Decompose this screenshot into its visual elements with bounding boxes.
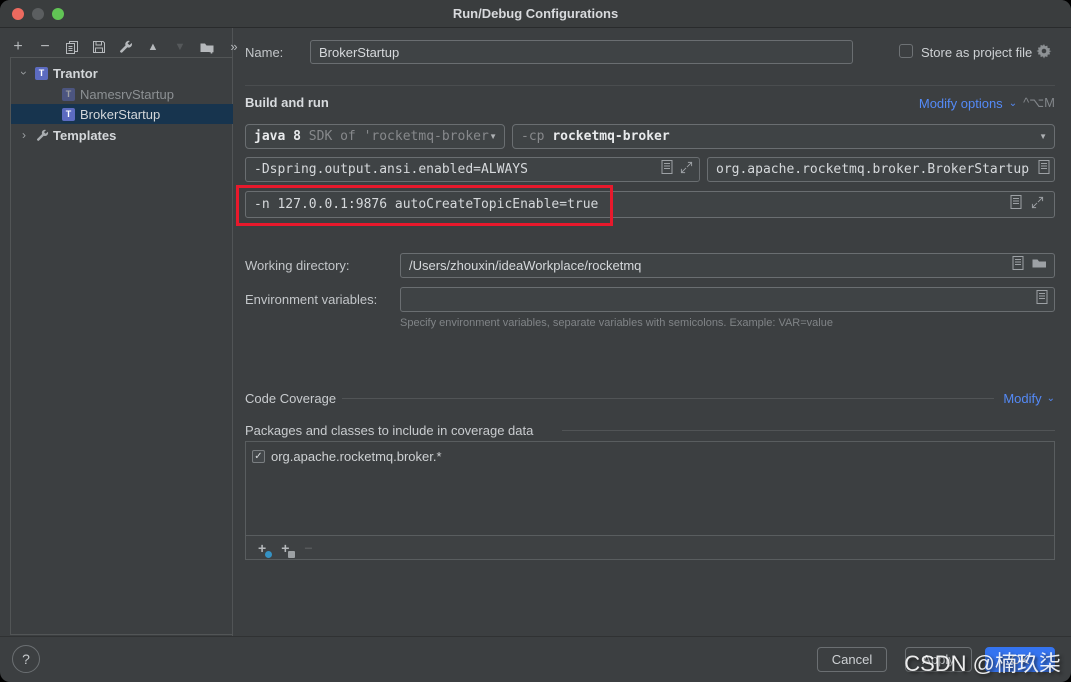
tree-item-label: Templates <box>53 128 116 143</box>
add-configuration-icon[interactable]: + <box>10 39 26 55</box>
add-class-pattern-icon[interactable]: + <box>258 541 266 555</box>
modify-options-link[interactable]: Modify options <box>919 96 1003 111</box>
store-as-project-file-label: Store as project file <box>921 45 1032 60</box>
tree-item-label: BrokerStartup <box>80 107 160 122</box>
jre-version: java 8 <box>254 129 301 144</box>
working-directory-field[interactable] <box>400 253 1055 278</box>
dropdown-arrow-icon: ▼ <box>1039 132 1054 141</box>
open-editor-icon[interactable] <box>661 160 673 179</box>
coverage-modify-link[interactable]: Modify <box>1003 391 1041 406</box>
expand-icon[interactable] <box>680 161 693 179</box>
divider <box>342 398 994 399</box>
add-package-pattern-icon[interactable]: + <box>281 541 289 555</box>
sidebar-toolbar: + − ▲ ▼ » <box>10 36 242 58</box>
chevron-expanded-icon[interactable]: › <box>17 68 31 78</box>
tree-item-trantor[interactable]: › T Trantor <box>11 63 233 83</box>
edit-templates-icon[interactable] <box>118 40 134 54</box>
application-type-icon: T <box>62 108 75 121</box>
dropdown-arrow-icon: ▼ <box>489 132 504 141</box>
chevron-down-icon: ⌄ <box>1009 98 1017 109</box>
cp-module: rocketmq-broker <box>552 129 669 144</box>
templates-wrench-icon <box>36 129 49 142</box>
move-up-icon[interactable]: ▲ <box>145 39 161 55</box>
environment-variables-hint: Specify environment variables, separate … <box>400 317 833 329</box>
main-class-value: org.apache.rocketmq.broker.BrokerStartup <box>708 162 1049 177</box>
jre-selector-combo[interactable]: java 8 SDK of 'rocketmq-broker ▼ <box>245 124 505 149</box>
cp-flag: -cp <box>521 129 552 144</box>
application-type-icon: T <box>62 88 75 101</box>
help-button[interactable]: ? <box>12 645 40 673</box>
chevron-collapsed-icon[interactable]: › <box>19 128 29 142</box>
window-title: Run/Debug Configurations <box>0 6 1071 21</box>
modify-options-shortcut: ^⌥M <box>1023 95 1055 111</box>
title-bar: Run/Debug Configurations <box>0 0 1071 28</box>
coverage-packages-header: Packages and classes to include in cover… <box>245 423 533 438</box>
new-folder-icon[interactable] <box>199 40 215 55</box>
name-field[interactable] <box>310 40 853 64</box>
vm-options-field[interactable]: -Dspring.output.ansi.enabled=ALWAYS <box>245 157 700 182</box>
move-down-icon: ▼ <box>172 39 188 55</box>
csdn-watermark: CSDN @楠玖柒 <box>904 646 1061 678</box>
build-and-run-header: Build and run <box>245 95 329 110</box>
classpath-combo[interactable]: -cp rocketmq-broker ▼ <box>512 124 1055 149</box>
coverage-modify-control[interactable]: Modify ⌄ <box>1003 391 1055 406</box>
coverage-item-label: org.apache.rocketmq.broker.* <box>271 449 442 464</box>
divider <box>0 636 1071 637</box>
open-editor-icon[interactable] <box>1012 256 1024 275</box>
remove-configuration-icon[interactable]: − <box>37 39 53 55</box>
tree-item-templates[interactable]: › Templates <box>11 125 233 145</box>
working-directory-input[interactable] <box>401 258 1054 273</box>
cancel-button[interactable]: Cancel <box>817 647 887 672</box>
store-as-project-file-checkbox[interactable] <box>899 44 913 58</box>
environment-variables-input[interactable] <box>401 292 1054 307</box>
divider <box>562 430 1055 431</box>
open-editor-icon[interactable] <box>1036 290 1048 309</box>
application-type-icon: T <box>35 67 48 80</box>
program-arguments-value: -n 127.0.0.1:9876 autoCreateTopicEnable=… <box>246 197 598 212</box>
configurations-tree: › T Trantor T NamesrvStartup T BrokerSta… <box>10 57 233 635</box>
browse-folder-icon[interactable] <box>1032 257 1047 275</box>
coverage-packages-list: ✓ org.apache.rocketmq.broker.* + + − <box>245 441 1055 560</box>
name-label: Name: <box>245 45 283 60</box>
code-coverage-header: Code Coverage <box>245 391 336 406</box>
coverage-item-row[interactable]: ✓ org.apache.rocketmq.broker.* <box>252 449 442 464</box>
environment-variables-label: Environment variables: <box>245 292 377 307</box>
open-editor-icon[interactable] <box>1010 195 1022 214</box>
coverage-item-checkbox[interactable]: ✓ <box>252 450 265 463</box>
jre-description: SDK of 'rocketmq-broker <box>301 129 489 144</box>
copy-configuration-icon[interactable] <box>64 40 80 54</box>
divider <box>245 85 1055 86</box>
tree-item-namesrvstartup[interactable]: T NamesrvStartup <box>11 84 233 104</box>
store-settings-gear-icon[interactable] <box>1036 43 1052 64</box>
configurations-sidebar: + − ▲ ▼ » › T Trantor <box>0 28 233 636</box>
remove-pattern-icon: − <box>304 541 312 555</box>
tree-item-label: Trantor <box>53 66 98 81</box>
tree-item-brokerstartup-selected[interactable]: T BrokerStartup <box>11 104 233 124</box>
expand-icon[interactable] <box>1031 196 1044 214</box>
open-editor-icon[interactable] <box>1038 160 1050 179</box>
coverage-list-toolbar: + + − <box>246 535 1054 559</box>
more-actions-icon[interactable]: » <box>226 39 242 55</box>
main-class-field[interactable]: org.apache.rocketmq.broker.BrokerStartup <box>707 157 1055 182</box>
program-arguments-field[interactable]: -n 127.0.0.1:9876 autoCreateTopicEnable=… <box>245 191 1055 218</box>
modify-options-control[interactable]: Modify options ⌄ ^⌥M <box>919 95 1055 111</box>
tree-item-label: NamesrvStartup <box>80 87 174 102</box>
name-input[interactable] <box>311 45 852 60</box>
vm-options-value: -Dspring.output.ansi.enabled=ALWAYS <box>246 162 574 177</box>
environment-variables-field[interactable] <box>400 287 1055 312</box>
run-debug-configurations-dialog: Run/Debug Configurations + − ▲ ▼ » › <box>0 0 1071 682</box>
working-directory-label: Working directory: <box>245 258 350 273</box>
save-configuration-icon[interactable] <box>91 40 107 54</box>
chevron-down-icon: ⌄ <box>1047 393 1055 404</box>
